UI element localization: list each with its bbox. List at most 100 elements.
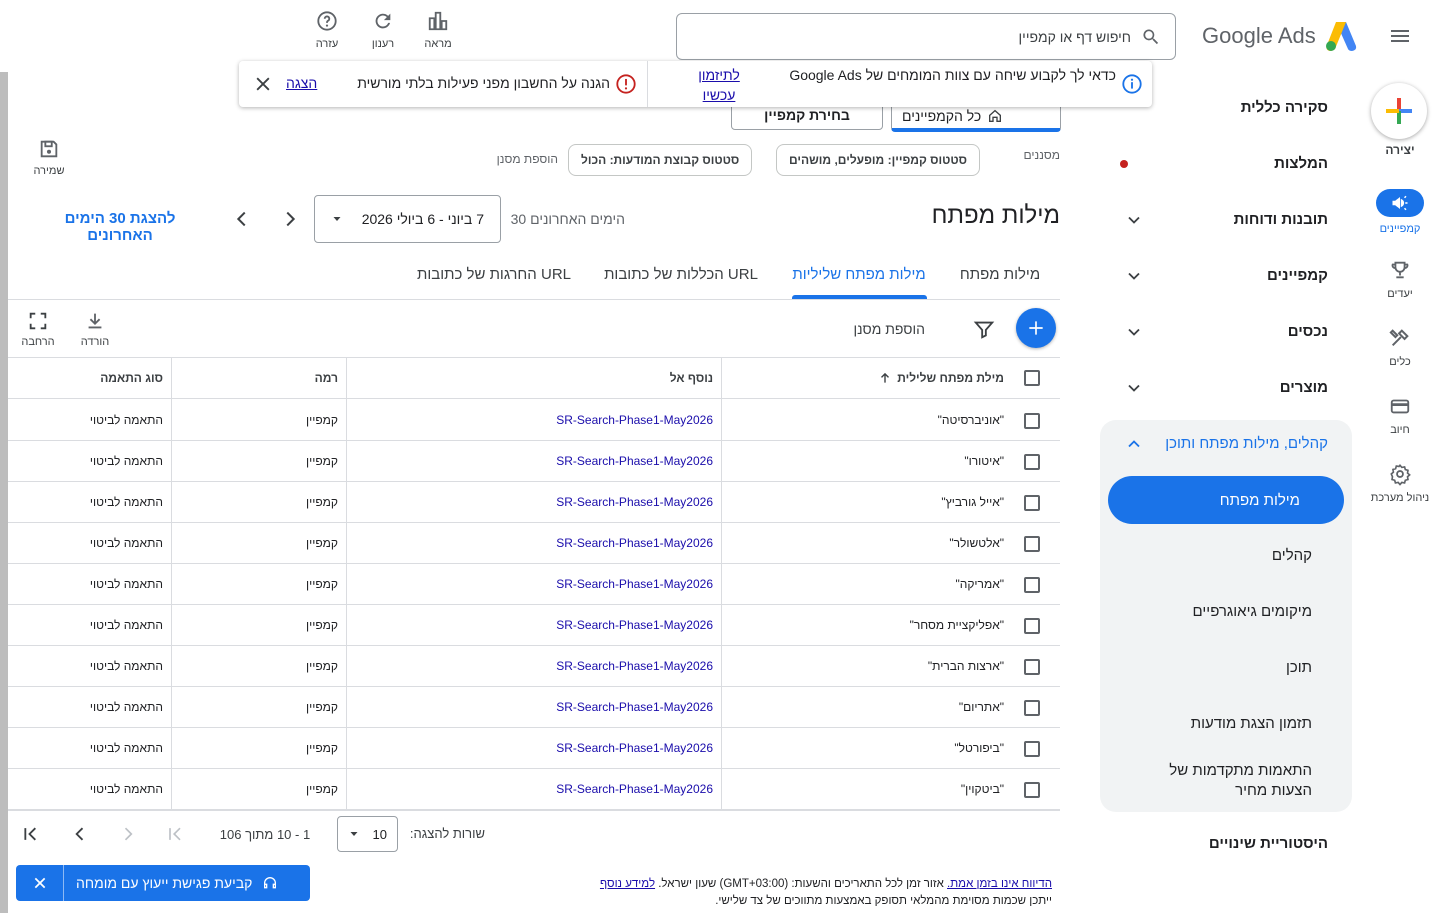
- cell-level: קמפיין: [306, 700, 338, 714]
- row-checkbox[interactable]: [1024, 741, 1040, 757]
- google-ads-logo[interactable]: Google Ads: [1202, 18, 1374, 54]
- chevron-left-icon[interactable]: [231, 208, 253, 230]
- header-level[interactable]: רמה: [250, 371, 338, 385]
- sub-nav-content[interactable]: תוכן: [1286, 659, 1312, 676]
- row-checkbox[interactable]: [1024, 659, 1040, 675]
- nav-audiences-keywords-content[interactable]: קהלים, מילות מפתח ותוכן: [1165, 435, 1328, 452]
- close-icon[interactable]: [253, 74, 273, 94]
- date-preset-label: 30 הימים האחרונים: [510, 211, 625, 227]
- cell-match-type: התאמה לביטוי: [89, 454, 163, 468]
- create-label: יצירה: [1385, 143, 1415, 157]
- add-filter-link[interactable]: הוספת מסנן: [470, 152, 558, 166]
- tools-icon: [1389, 329, 1409, 347]
- tab-keywords[interactable]: מילות מפתח: [950, 266, 1050, 283]
- rail-campaigns[interactable]: קמפיינים: [1362, 189, 1438, 235]
- rail-billing[interactable]: חיוב: [1362, 394, 1438, 436]
- cell-level: קמפיין: [306, 495, 338, 509]
- cell-added-to-link[interactable]: SR-Search-Phase1-May2026: [520, 536, 713, 550]
- consult-expert-button[interactable]: קביעת פגישת ייעוץ עם מומחה: [16, 865, 310, 901]
- filter-icon[interactable]: [973, 318, 995, 340]
- show-link[interactable]: הצגה: [286, 75, 317, 91]
- menu-icon[interactable]: [1388, 24, 1412, 48]
- consult-close[interactable]: [16, 865, 64, 901]
- table-add-filter[interactable]: הוספת מסנן: [830, 321, 925, 337]
- cell-added-to-link[interactable]: SR-Search-Phase1-May2026: [520, 413, 713, 427]
- learn-more-link[interactable]: למידע נוסף: [600, 878, 655, 890]
- not-realtime-link[interactable]: הדיווח אינו בזמן אמת.: [947, 878, 1052, 890]
- refresh-button[interactable]: רענון: [358, 10, 408, 56]
- row-checkbox[interactable]: [1024, 700, 1040, 716]
- nav-overview[interactable]: סקירה כללית: [1241, 99, 1328, 116]
- date-range-picker[interactable]: 7 ביוני - 6 ביולי 2026: [314, 195, 501, 243]
- help-button[interactable]: עזרה: [302, 10, 352, 56]
- add-negative-keyword-button[interactable]: [1016, 308, 1056, 348]
- rail-admin[interactable]: ניהול מערכת: [1362, 462, 1438, 504]
- search-input[interactable]: חיפוש דף או קמפיין: [676, 13, 1176, 60]
- tab-negative-keywords[interactable]: מילות מפתח שליליות: [786, 266, 932, 283]
- chevron-down-icon[interactable]: [1124, 210, 1144, 230]
- header-match-type[interactable]: סוג התאמה: [40, 371, 163, 385]
- cell-keyword: "ביפורטל": [954, 741, 1004, 755]
- rail-goals[interactable]: יעדים: [1362, 258, 1438, 300]
- row-checkbox[interactable]: [1024, 495, 1040, 511]
- rail-tools[interactable]: כלים: [1362, 326, 1438, 368]
- first-page-icon[interactable]: [165, 824, 185, 844]
- cell-keyword: "אוניברסיטה": [937, 413, 1004, 427]
- row-checkbox[interactable]: [1024, 536, 1040, 552]
- download-button[interactable]: הורדה: [74, 310, 116, 348]
- campaign-status-chip[interactable]: סטטוס קמפיין: מופעלים, מושהים: [776, 144, 981, 176]
- cell-added-to-link[interactable]: SR-Search-Phase1-May2026: [520, 577, 713, 591]
- chevron-down-icon[interactable]: [1124, 322, 1144, 342]
- refresh-label: רענון: [371, 38, 395, 50]
- sub-nav-keywords[interactable]: מילות מפתח: [1108, 476, 1344, 524]
- chevron-down-icon[interactable]: [1124, 378, 1144, 398]
- next-page-icon[interactable]: [70, 824, 90, 844]
- chevron-down-icon[interactable]: [1124, 266, 1144, 286]
- appearance-button[interactable]: מראה: [413, 10, 463, 56]
- nav-campaigns[interactable]: קמפיינים: [1267, 267, 1328, 284]
- adgroup-status-chip[interactable]: סטטוס קבוצת המודעות: הכול: [568, 144, 753, 176]
- cell-added-to-link[interactable]: SR-Search-Phase1-May2026: [520, 454, 713, 468]
- chevron-right-icon[interactable]: [279, 208, 301, 230]
- row-checkbox[interactable]: [1024, 618, 1040, 634]
- sub-nav-ad-schedule[interactable]: תזמון הצגת מודעות: [1191, 715, 1312, 732]
- expert-notice-text: כדאי לך לקבוע שיחה עם צוות המומחים של Go…: [789, 67, 1116, 83]
- tab-url-inclusions[interactable]: הכללות של כתובות URL: [598, 266, 764, 283]
- cell-added-to-link[interactable]: SR-Search-Phase1-May2026: [520, 659, 713, 673]
- chevron-up-icon[interactable]: [1124, 434, 1144, 454]
- nav-recommendations[interactable]: המלצות: [1274, 155, 1328, 172]
- rows-per-page-label: שורות להצגה:: [409, 826, 485, 841]
- notif-divider: [647, 61, 648, 107]
- save-filter-button[interactable]: שמירה: [28, 138, 70, 177]
- row-checkbox[interactable]: [1024, 413, 1040, 429]
- select-all-checkbox[interactable]: [1024, 370, 1040, 386]
- expand-button[interactable]: הרחבה: [16, 310, 60, 348]
- nav-insights[interactable]: תובנות ודוחות: [1234, 211, 1328, 228]
- rows-per-page-select[interactable]: 10: [337, 816, 398, 852]
- sub-nav-locations[interactable]: מיקומים גיאוגרפיים: [1193, 603, 1312, 620]
- header-keyword[interactable]: מילת מפתח שלילית: [880, 371, 1004, 385]
- row-checkbox[interactable]: [1024, 782, 1040, 798]
- nav-change-history[interactable]: היסטוריית שינויים: [1209, 835, 1328, 852]
- tab-url-exclusions[interactable]: החרגות של כתובות URL: [408, 266, 580, 283]
- create-button[interactable]: [1371, 83, 1427, 139]
- cell-added-to-link[interactable]: SR-Search-Phase1-May2026: [520, 495, 713, 509]
- nav-products[interactable]: מוצרים: [1280, 379, 1328, 396]
- previous-page-icon[interactable]: [118, 824, 138, 844]
- row-checkbox[interactable]: [1024, 454, 1040, 470]
- last-page-icon[interactable]: [22, 824, 42, 844]
- appearance-label: מראה: [424, 38, 452, 50]
- row-checkbox[interactable]: [1024, 577, 1040, 593]
- schedule-now-link[interactable]: לתיזמון עכשיו: [686, 65, 752, 105]
- sort-arrow-up-icon[interactable]: [878, 371, 892, 385]
- sub-nav-bid-adjustments[interactable]: התאמות מתקדמות של הצעות מחיר: [1142, 761, 1312, 801]
- cell-added-to-link[interactable]: SR-Search-Phase1-May2026: [520, 782, 713, 796]
- cell-added-to-link[interactable]: SR-Search-Phase1-May2026: [520, 741, 713, 755]
- cell-keyword: "איטורו": [964, 454, 1004, 468]
- sub-nav-audiences[interactable]: קהלים: [1272, 547, 1312, 564]
- nav-assets[interactable]: נכסים: [1288, 323, 1328, 340]
- cell-added-to-link[interactable]: SR-Search-Phase1-May2026: [520, 618, 713, 632]
- show-last-30-link[interactable]: להצגת 30 הימים האחרונים: [30, 210, 210, 244]
- header-added-to[interactable]: נוסף אל: [600, 371, 713, 385]
- cell-added-to-link[interactable]: SR-Search-Phase1-May2026: [520, 700, 713, 714]
